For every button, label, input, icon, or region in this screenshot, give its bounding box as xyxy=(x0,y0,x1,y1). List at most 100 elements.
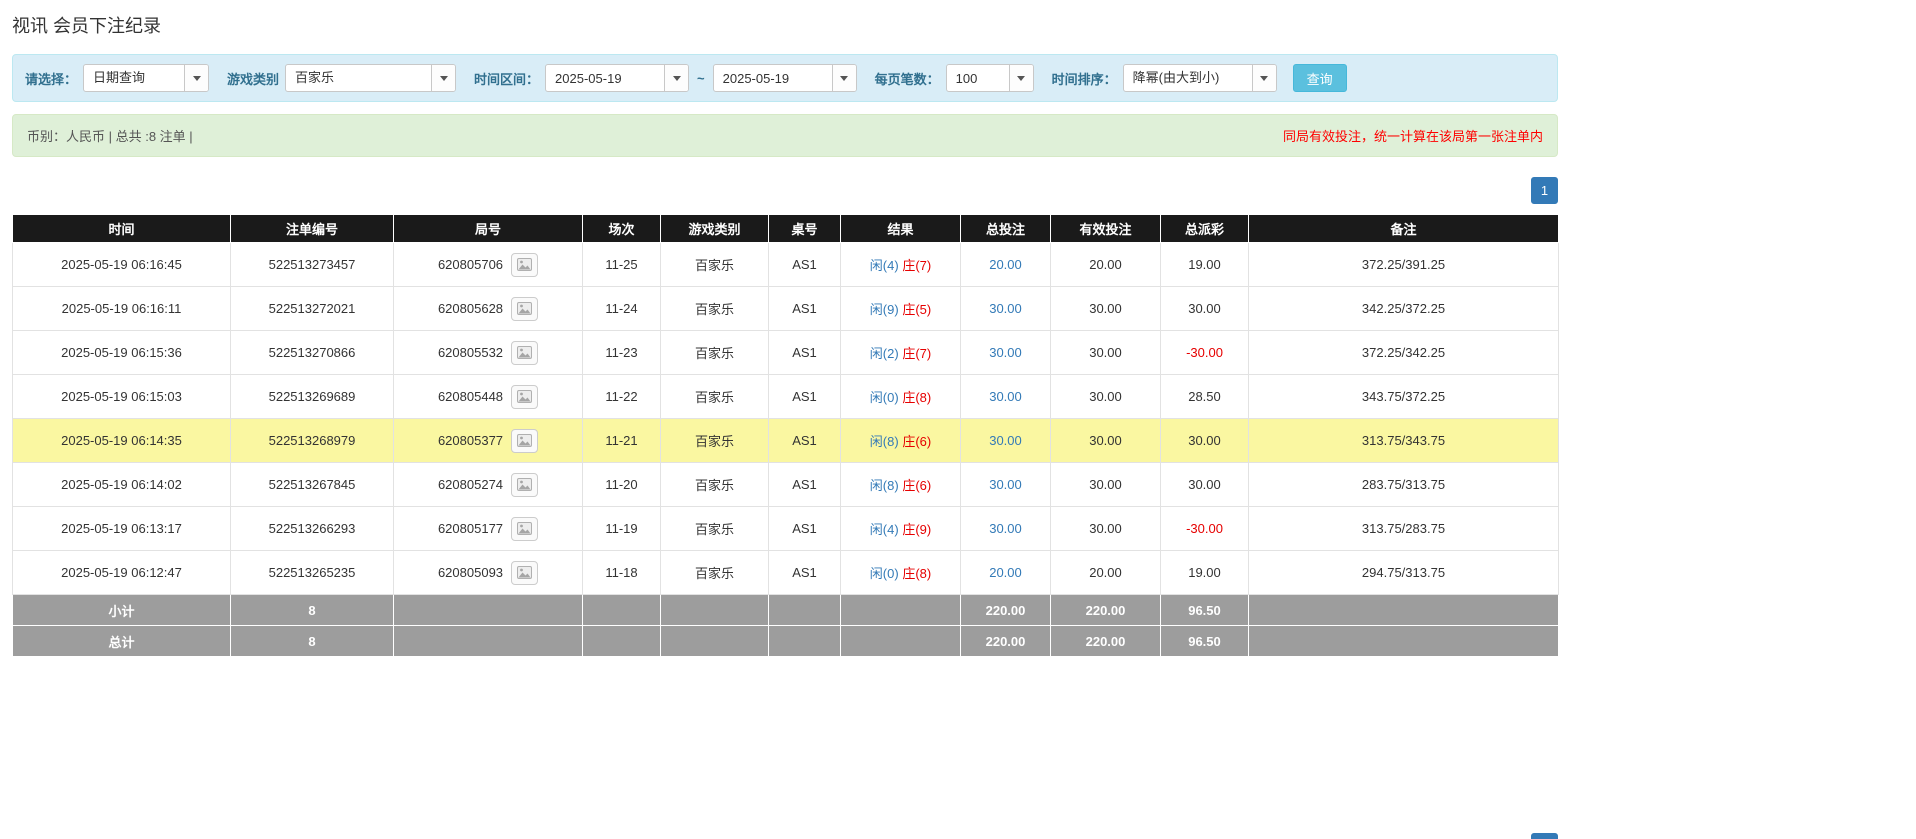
search-button[interactable]: 查询 xyxy=(1292,64,1347,92)
result-image-icon xyxy=(517,522,533,535)
date-from-input[interactable] xyxy=(546,65,665,91)
total-bet-link[interactable]: 30.00 xyxy=(989,345,1022,360)
total-bet-link[interactable]: 20.00 xyxy=(989,565,1022,580)
payout-cell: 19.00 xyxy=(1160,242,1249,287)
session-cell: 11-18 xyxy=(582,550,661,595)
valid-bet-cell: 30.00 xyxy=(1050,374,1161,419)
page-button-1-bottom[interactable]: 1 xyxy=(1531,833,1558,839)
table-body: 2025-05-19 06:16:45 522513273457 620805706… xyxy=(12,242,1559,595)
date-to-picker[interactable] xyxy=(712,64,857,92)
result-image-button[interactable] xyxy=(511,472,539,497)
total-bet-link[interactable]: 30.00 xyxy=(989,301,1022,316)
result-image-button[interactable] xyxy=(511,384,539,409)
summary-total-bet: 220.00 xyxy=(960,594,1051,626)
total-bet-link[interactable]: 30.00 xyxy=(989,521,1022,536)
chevron-down-icon xyxy=(672,75,681,81)
result-image-icon xyxy=(517,390,533,403)
result-image-button[interactable] xyxy=(511,428,539,453)
result-image-button[interactable] xyxy=(511,516,539,541)
sort-order-select[interactable]: 降幂(由大到小) xyxy=(1122,64,1277,92)
session-cell: 11-21 xyxy=(582,418,661,463)
column-header: 游戏类别 xyxy=(660,214,769,243)
summary-count: 8 xyxy=(230,625,394,657)
player-result: 闲(2) xyxy=(869,346,899,361)
result-image-button[interactable] xyxy=(511,252,539,277)
result-image-button[interactable] xyxy=(511,296,539,321)
table-footer: 小计 8 220.00 220.00 96.50 总计 8 220.00 220.00 96.50 xyxy=(12,594,1559,657)
bet-id-cell: 522513270866 xyxy=(230,330,394,375)
result-cell: 闲(2) 庄(7) xyxy=(840,330,961,375)
result-image-button[interactable] xyxy=(511,340,539,365)
table-header-row: 时间 注单编号 局号 场次 游戏类别 桌号 结果 总投注 有效投注 总派彩 备注 xyxy=(12,214,1559,243)
valid-bet-cell: 20.00 xyxy=(1050,550,1161,595)
time-cell: 2025-05-19 06:15:36 xyxy=(12,330,231,375)
sort-order-label: 时间排序： xyxy=(1051,71,1117,87)
table-row: 2025-05-19 06:16:11 522513272021 620805628… xyxy=(12,286,1559,331)
chevron-down-icon xyxy=(840,75,849,81)
notice-text: 同局有效投注，统一计算在该局第一张注单内 xyxy=(1282,129,1543,144)
round-id: 620805532 xyxy=(437,345,504,360)
game-type-select[interactable]: 百家乐 xyxy=(285,64,457,92)
filter-bar: 请选择： 日期查询 游戏类别 百家乐 时间区间： ~ 每页笔数： 时间排序： 降… xyxy=(12,54,1558,102)
result-image-button[interactable] xyxy=(511,560,539,585)
total-bet-link[interactable]: 20.00 xyxy=(989,257,1022,272)
date-from-picker[interactable] xyxy=(545,64,690,92)
page: 视讯 会员下注纪录 请选择： 日期查询 游戏类别 百家乐 时间区间： ~ 每页笔… xyxy=(0,0,1916,839)
table-no-cell: AS1 xyxy=(768,374,841,419)
chevron-down-icon xyxy=(192,75,201,81)
result-image-icon xyxy=(517,566,533,579)
table-no-cell: AS1 xyxy=(768,286,841,331)
round-cell: 620805448 xyxy=(393,374,583,419)
page-size-dropdown-button[interactable] xyxy=(1008,65,1033,91)
total-bet-link[interactable]: 30.00 xyxy=(989,389,1022,404)
total-bet-cell: 30.00 xyxy=(960,462,1051,507)
query-type-dropdown-button[interactable] xyxy=(184,65,209,91)
total-bet-link[interactable]: 30.00 xyxy=(989,433,1022,448)
total-bet-link[interactable]: 30.00 xyxy=(989,477,1022,492)
valid-bet-cell: 30.00 xyxy=(1050,330,1161,375)
banker-result: 庄(8) xyxy=(902,390,932,405)
round-id: 620805093 xyxy=(437,565,504,580)
session-cell: 11-19 xyxy=(582,506,661,551)
page-size-input[interactable] xyxy=(946,65,1009,91)
round-id: 620805706 xyxy=(437,257,504,272)
banker-result: 庄(9) xyxy=(902,522,932,537)
page-button-1[interactable]: 1 xyxy=(1531,177,1558,204)
round-id: 620805377 xyxy=(437,433,504,448)
banker-result: 庄(8) xyxy=(902,566,932,581)
result-image-icon xyxy=(517,434,533,447)
payout-value: -30.00 xyxy=(1186,345,1223,360)
query-type-select[interactable]: 日期查询 xyxy=(83,64,210,92)
page-size-select[interactable] xyxy=(945,64,1034,92)
banker-result: 庄(7) xyxy=(902,346,932,361)
player-result: 闲(4) xyxy=(869,522,899,537)
remark-cell: 294.75/313.75 xyxy=(1248,550,1559,595)
chevron-down-icon xyxy=(1260,75,1269,81)
payout-cell: 28.50 xyxy=(1160,374,1249,419)
total-bet-cell: 20.00 xyxy=(960,242,1051,287)
column-header: 局号 xyxy=(393,214,583,243)
sort-order-dropdown-button[interactable] xyxy=(1251,65,1276,91)
remark-cell: 372.25/391.25 xyxy=(1248,242,1559,287)
round-cell: 620805532 xyxy=(393,330,583,375)
payout-value: 30.00 xyxy=(1188,433,1221,448)
round-cell: 620805274 xyxy=(393,462,583,507)
session-cell: 11-24 xyxy=(582,286,661,331)
column-header: 注单编号 xyxy=(230,214,394,243)
payout-value: 19.00 xyxy=(1188,257,1221,272)
table-row: 2025-05-19 06:15:03 522513269689 620805448… xyxy=(12,374,1559,419)
date-from-dropdown-button[interactable] xyxy=(664,65,689,91)
summary-count: 8 xyxy=(230,594,394,626)
result-cell: 闲(4) 庄(9) xyxy=(840,506,961,551)
valid-bet-cell: 30.00 xyxy=(1050,418,1161,463)
payout-value: 30.00 xyxy=(1188,301,1221,316)
date-to-input[interactable] xyxy=(713,65,832,91)
bet-records-table: 时间 注单编号 局号 场次 游戏类别 桌号 结果 总投注 有效投注 总派彩 备注 2025-05-1… xyxy=(12,214,1559,657)
info-bar: 币别：人民币 | 总共 :8 注单 | 同局有效投注，统一计算在该局第一张注单内 xyxy=(12,114,1558,157)
date-to-dropdown-button[interactable] xyxy=(831,65,856,91)
game-type-dropdown-button[interactable] xyxy=(431,65,456,91)
valid-bet-cell: 20.00 xyxy=(1050,242,1161,287)
summary-valid-bet: 220.00 xyxy=(1050,594,1161,626)
round-cell: 620805093 xyxy=(393,550,583,595)
date-range-separator: ~ xyxy=(697,70,705,86)
